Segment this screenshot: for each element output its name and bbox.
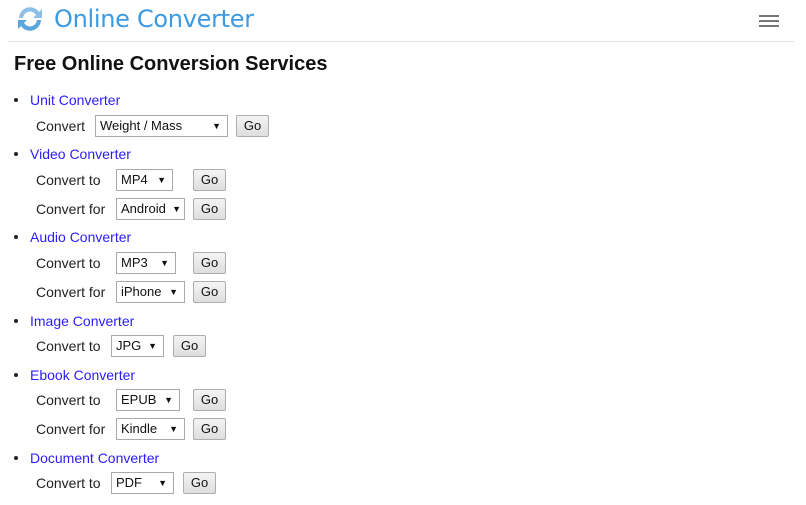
bullet bbox=[14, 373, 18, 377]
video-format-select[interactable]: MP4 ▼ bbox=[116, 169, 173, 191]
audio-device-select[interactable]: iPhone ▼ bbox=[116, 281, 185, 303]
select-value: Kindle bbox=[121, 421, 158, 436]
row-label: Convert to bbox=[36, 475, 101, 491]
audio-for-go-button[interactable]: Go bbox=[193, 281, 226, 303]
ebook-to-go-button[interactable]: Go bbox=[193, 389, 226, 411]
ebook-format-select[interactable]: EPUB ▼ bbox=[116, 389, 180, 411]
hamburger-icon[interactable] bbox=[759, 15, 779, 29]
select-value: iPhone bbox=[121, 284, 162, 299]
refresh-arrows-icon[interactable] bbox=[14, 4, 46, 34]
bullet bbox=[14, 235, 18, 239]
page-title: Free Online Conversion Services bbox=[14, 53, 328, 75]
select-value: MP3 bbox=[121, 255, 148, 270]
audio-to-go-button[interactable]: Go bbox=[193, 252, 226, 274]
dropdown-arrow-icon: ▼ bbox=[169, 287, 178, 297]
bullet bbox=[14, 152, 18, 156]
select-value: MP4 bbox=[121, 172, 148, 187]
select-value: Weight / Mass bbox=[100, 118, 183, 133]
dropdown-arrow-icon: ▼ bbox=[148, 341, 157, 351]
unit-converter-link[interactable]: Unit Converter bbox=[30, 92, 120, 108]
header: Online Converter bbox=[0, 0, 806, 41]
row-label: Convert bbox=[36, 118, 86, 134]
audio-format-select[interactable]: MP3 ▼ bbox=[116, 252, 176, 274]
row-label: Convert to bbox=[36, 338, 101, 354]
row-label: Convert to bbox=[36, 172, 101, 188]
dropdown-arrow-icon: ▼ bbox=[158, 478, 167, 488]
select-value: PDF bbox=[116, 475, 142, 490]
bullet bbox=[14, 456, 18, 460]
document-format-select[interactable]: PDF ▼ bbox=[111, 472, 174, 494]
row-label: Convert to bbox=[36, 255, 101, 271]
ebook-for-go-button[interactable]: Go bbox=[193, 418, 226, 440]
image-converter-link[interactable]: Image Converter bbox=[30, 313, 134, 329]
bullet bbox=[14, 319, 18, 323]
row-label: Convert for bbox=[36, 284, 106, 300]
video-device-select[interactable]: Android ▼ bbox=[116, 198, 185, 220]
dropdown-arrow-icon: ▼ bbox=[160, 258, 169, 268]
unit-select[interactable]: Weight / Mass ▼ bbox=[95, 115, 228, 137]
row-label: Convert for bbox=[36, 201, 106, 217]
image-format-select[interactable]: JPG ▼ bbox=[111, 335, 164, 357]
ebook-converter-link[interactable]: Ebook Converter bbox=[30, 367, 135, 383]
video-to-go-button[interactable]: Go bbox=[193, 169, 226, 191]
dropdown-arrow-icon: ▼ bbox=[172, 204, 181, 214]
audio-converter-link[interactable]: Audio Converter bbox=[30, 229, 131, 245]
select-value: Android bbox=[121, 201, 166, 216]
video-converter-link[interactable]: Video Converter bbox=[30, 146, 131, 162]
video-for-go-button[interactable]: Go bbox=[193, 198, 226, 220]
document-converter-link[interactable]: Document Converter bbox=[30, 450, 159, 466]
document-go-button[interactable]: Go bbox=[183, 472, 216, 494]
select-value: EPUB bbox=[121, 392, 157, 407]
dropdown-arrow-icon: ▼ bbox=[157, 175, 166, 185]
unit-go-button[interactable]: Go bbox=[236, 115, 269, 137]
row-label: Convert for bbox=[36, 421, 106, 437]
header-divider bbox=[8, 41, 794, 42]
ebook-device-select[interactable]: Kindle ▼ bbox=[116, 418, 185, 440]
site-logo-text[interactable]: Online Converter bbox=[54, 5, 254, 33]
bullet bbox=[14, 98, 18, 102]
row-label: Convert to bbox=[36, 392, 101, 408]
select-value: JPG bbox=[116, 338, 142, 353]
dropdown-arrow-icon: ▼ bbox=[212, 121, 221, 131]
dropdown-arrow-icon: ▼ bbox=[169, 424, 178, 434]
dropdown-arrow-icon: ▼ bbox=[164, 395, 173, 405]
image-go-button[interactable]: Go bbox=[173, 335, 206, 357]
